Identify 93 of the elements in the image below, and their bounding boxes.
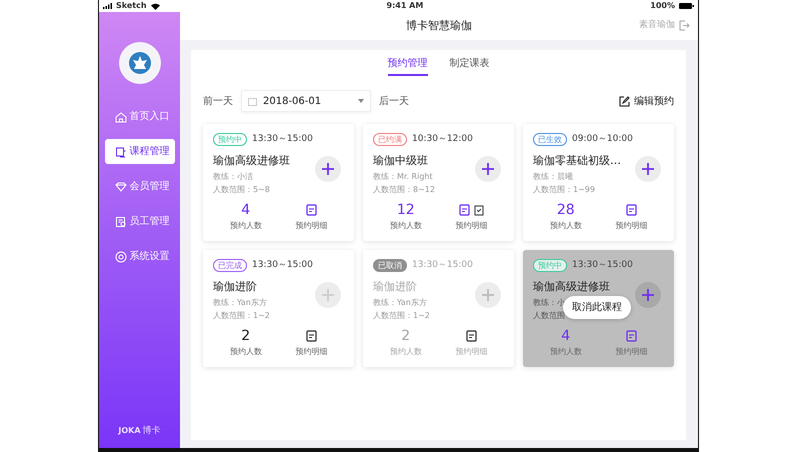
booking-count: 2 [401, 328, 410, 344]
add-button[interactable] [315, 156, 341, 182]
count-label: 预约人数 [390, 346, 422, 358]
capacity-range: 人数范围：1~2 [373, 311, 430, 321]
capacity-range: 人数范围：5~8 [213, 185, 270, 195]
status-tag: 已生效 [533, 133, 567, 146]
plus-icon [322, 289, 334, 301]
booking-count: 28 [556, 202, 575, 218]
sidebar-item[interactable]: 课程管理 [104, 139, 174, 164]
document-icon[interactable] [626, 204, 637, 216]
sidebar-item[interactable]: 系统设置 [104, 244, 174, 269]
capacity-range: 人数范围：1~2 [213, 311, 270, 321]
date-picker[interactable]: 2018-06-01 [241, 90, 371, 112]
signal-icon [103, 3, 112, 9]
booking-details-link[interactable]: 预约明细 [295, 346, 328, 358]
sidebar-item[interactable]: 会员管理 [104, 174, 174, 199]
course-title: 瑜伽零基础初级… [533, 152, 622, 168]
booking-details-link[interactable]: 预约明细 [455, 220, 488, 232]
battery-level: 100% [650, 0, 675, 12]
course-title: 瑜伽进阶 [213, 278, 258, 294]
document-icon[interactable] [306, 330, 317, 342]
course-title: 瑜伽高级进修班 [533, 278, 611, 294]
status-tag: 已完成 [213, 259, 247, 272]
booking-details-link[interactable]: 预约明细 [615, 220, 648, 232]
add-button[interactable] [635, 156, 661, 182]
plus-icon [642, 163, 654, 175]
battery-icon [679, 3, 694, 9]
sidebar-item[interactable]: 首页入口 [104, 104, 174, 129]
count-label: 预约人数 [550, 346, 582, 358]
app-title: 博卡智慧瑜伽 [406, 18, 472, 34]
status-tag: 已约满 [373, 133, 407, 146]
coach-name: 教练：晨曦 [533, 172, 573, 182]
wifi-icon [150, 2, 160, 10]
plus-icon [482, 289, 494, 301]
document-icon[interactable] [466, 330, 477, 342]
course-title: 瑜伽进阶 [373, 278, 418, 294]
time-range: 10:30～12:00 [412, 133, 473, 146]
logo [118, 42, 160, 84]
time-range: 13:30～15:00 [412, 259, 473, 272]
staff-card-icon [114, 216, 126, 228]
sidebar-item[interactable]: 员工管理 [104, 209, 174, 234]
brand-logo-text: JOKA [118, 425, 141, 438]
count-label: 预约人数 [230, 346, 262, 358]
time-range: 13:30～15:00 [252, 259, 313, 272]
previous-day-link[interactable]: 前一天 [203, 94, 233, 108]
booking-count: 12 [396, 202, 415, 218]
book-icon [114, 146, 126, 158]
calendar-icon [248, 96, 257, 106]
capacity-range: 人数范围：1~99 [533, 185, 595, 195]
booking-details-link[interactable]: 预约明细 [295, 220, 328, 232]
status-tag: 预约中 [213, 133, 247, 146]
capacity-range: 人数范围 [533, 311, 565, 321]
caret-icon [358, 99, 364, 103]
checklist-icon[interactable] [474, 204, 484, 216]
home-icon [114, 110, 126, 122]
coach-name: 教练：Mr. Right [373, 172, 433, 182]
coach-name: 教练：Yan东方 [373, 298, 427, 308]
document-icon[interactable] [458, 204, 470, 216]
count-label: 预约人数 [550, 220, 582, 232]
coach-name: 教练：小 [533, 298, 565, 308]
status-tag: 预约中 [533, 259, 567, 272]
time-range: 13:30～15:00 [572, 259, 633, 272]
plus-icon [642, 289, 654, 301]
count-label: 预约人数 [230, 220, 262, 232]
course-title: 瑜伽高级进修班 [213, 152, 291, 168]
plus-icon [482, 163, 494, 175]
edit-booking-button[interactable]: 编辑预约 [619, 94, 674, 108]
tab[interactable]: 预约管理 [388, 56, 428, 76]
carrier-name: Sketch [116, 0, 147, 12]
add-button[interactable] [475, 156, 501, 182]
settings-icon [114, 250, 126, 262]
course-title: 瑜伽中级班 [373, 152, 429, 168]
diamond-icon [114, 180, 126, 192]
count-label: 预约人数 [390, 220, 422, 232]
tab[interactable]: 制定课表 [450, 56, 490, 76]
brand-name: 博卡 [142, 424, 161, 438]
booking-details-link[interactable]: 预约明细 [615, 346, 648, 358]
booking-count: 4 [561, 328, 570, 344]
time-range: 09:00～10:00 [572, 133, 633, 146]
next-day-link[interactable]: 后一天 [379, 94, 409, 108]
coach-name: 教练：Yan东方 [213, 298, 267, 308]
time-range: 13:30～15:00 [252, 133, 313, 146]
document-icon[interactable] [306, 204, 317, 216]
capacity-range: 人数范围：8~12 [373, 185, 435, 195]
plus-icon [322, 163, 334, 175]
booking-count: 4 [241, 202, 250, 218]
edit-icon [619, 96, 630, 106]
coach-name: 教练：小洁 [213, 172, 253, 182]
status-tag: 已取消 [373, 259, 407, 272]
add-button[interactable] [635, 282, 661, 308]
clock: 9:41 AM [386, 0, 424, 12]
booking-count: 2 [241, 328, 250, 344]
cancel-course-button[interactable]: 取消此课程 [563, 296, 631, 319]
